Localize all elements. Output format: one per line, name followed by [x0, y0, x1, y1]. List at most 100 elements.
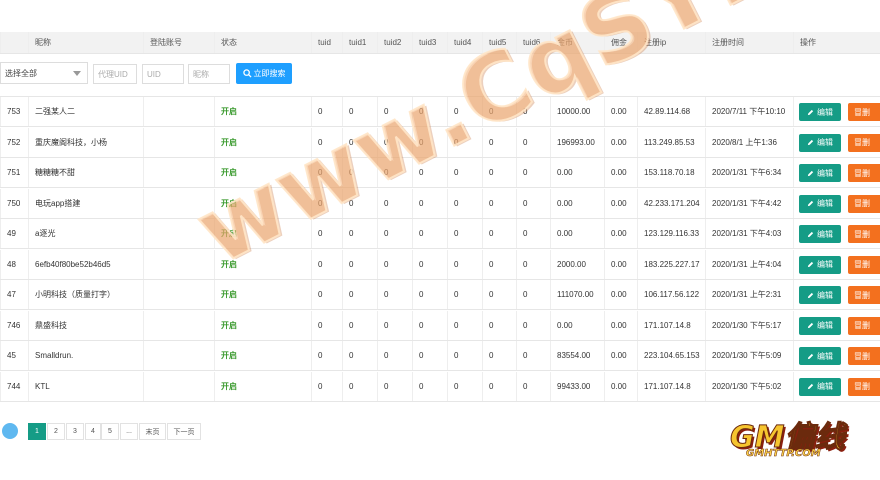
cell-tuid1: 0	[342, 341, 377, 370]
cell-ip: 153.118.70.18	[637, 158, 705, 187]
delete-button-label: 冒删	[854, 290, 870, 300]
cell-tuid6: 0	[516, 371, 550, 401]
page-button[interactable]: ...	[120, 423, 138, 440]
pencil-icon	[807, 383, 814, 390]
page-button[interactable]: 2	[47, 423, 65, 440]
cell-status: 开启	[214, 158, 311, 187]
table-row: 752 重庆魔阁科技，小杨 开启 0 0 0 0 0 0 0 196993.00 0.00 113.24…	[0, 127, 880, 158]
brand-logo: GM偏线 GMHTTP.COM	[724, 410, 852, 468]
cell-tuid6: 0	[516, 97, 550, 126]
cell-tuid6: 0	[516, 127, 550, 157]
agent-uid-input[interactable]	[93, 64, 137, 84]
edit-button[interactable]: 编辑	[799, 133, 841, 152]
delete-button[interactable]: 冒删	[848, 164, 880, 182]
edit-button[interactable]: 编辑	[799, 316, 841, 335]
delete-button[interactable]: 冒删	[848, 347, 880, 365]
pencil-icon	[807, 322, 814, 329]
refresh-icon[interactable]	[2, 423, 18, 439]
edit-button-label: 编辑	[817, 168, 833, 178]
nickname-input[interactable]	[188, 64, 230, 84]
delete-button[interactable]: 冒删	[848, 255, 880, 274]
filter-select[interactable]: 选择全部	[0, 62, 88, 84]
cell-gold: 0.00	[550, 188, 604, 218]
delete-button[interactable]: 冒删	[848, 225, 880, 243]
cell-tuid6: 0	[516, 280, 550, 309]
filter-select-value: 选择全部	[5, 68, 37, 78]
cell-nickname: KTL	[28, 371, 143, 401]
uid-input[interactable]	[142, 64, 184, 84]
cell-gold: 83554.00	[550, 341, 604, 370]
cell-id: 752	[0, 127, 28, 157]
cell-status: 开启	[214, 127, 311, 157]
delete-button[interactable]: 冒删	[848, 133, 880, 152]
delete-button[interactable]: 冒删	[848, 286, 880, 304]
cell-tuid1: 0	[342, 280, 377, 309]
edit-button[interactable]: 编辑	[799, 286, 841, 304]
cell-ip: 183.225.227.17	[637, 249, 705, 279]
page-button[interactable]: 3	[66, 423, 84, 440]
cell-id: 750	[0, 188, 28, 218]
cell-tuid5: 0	[482, 249, 516, 279]
cell-tuid2: 0	[377, 249, 412, 279]
edit-button[interactable]: 编辑	[799, 194, 841, 213]
cell-tuid3: 0	[412, 371, 447, 401]
cell-tuid3: 0	[412, 158, 447, 187]
column-header: 昵称	[28, 32, 143, 53]
cell-tuid2: 0	[377, 371, 412, 401]
cell-tuid4: 0	[447, 249, 482, 279]
cell-tuid1: 0	[342, 219, 377, 248]
cell-tuid2: 0	[377, 97, 412, 126]
edit-button-label: 编辑	[817, 229, 833, 239]
cell-account	[143, 188, 214, 218]
page-button[interactable]: 5	[101, 423, 119, 440]
cell-id: 751	[0, 158, 28, 187]
page-button[interactable]: 1	[28, 423, 46, 440]
delete-button-label: 冒删	[854, 107, 870, 117]
delete-button[interactable]: 冒删	[848, 316, 880, 335]
search-icon	[242, 69, 252, 78]
cell-time: 2020/1/30 下午5:09	[705, 341, 793, 370]
page-button[interactable]: 4	[85, 423, 101, 440]
edit-button[interactable]: 编辑	[799, 225, 841, 243]
cell-gold: 111070.00	[550, 280, 604, 309]
cell-gold: 0.00	[550, 158, 604, 187]
delete-button[interactable]: 冒删	[848, 377, 880, 396]
cell-nickname: 电玩app搭建	[28, 188, 143, 218]
cell-ip: 42.233.171.204	[637, 188, 705, 218]
cell-gold: 2000.00	[550, 249, 604, 279]
cell-ip: 123.129.116.33	[637, 219, 705, 248]
cell-gold: 99433.00	[550, 371, 604, 401]
cell-tuid2: 0	[377, 127, 412, 157]
edit-button[interactable]: 编辑	[799, 255, 841, 274]
cell-tuid: 0	[311, 371, 342, 401]
cell-tuid: 0	[311, 310, 342, 340]
cell-time: 2020/7/11 下午10:10	[705, 97, 793, 126]
cell-status: 开启	[214, 97, 311, 126]
cell-tuid4: 0	[447, 371, 482, 401]
page-button[interactable]: 末页	[139, 423, 166, 440]
delete-button-label: 冒删	[854, 168, 870, 178]
cell-tuid4: 0	[447, 310, 482, 340]
cell-status: 开启	[214, 188, 311, 218]
cell-tuid3: 0	[412, 97, 447, 126]
column-header: 佣金	[604, 32, 637, 53]
search-button[interactable]: 立即搜索	[236, 63, 292, 84]
edit-button-label: 编辑	[817, 290, 833, 300]
column-header: tuid2	[377, 32, 412, 53]
edit-button[interactable]: 编辑	[799, 103, 841, 121]
cell-account	[143, 341, 214, 370]
page-button[interactable]: 下一页	[167, 423, 201, 440]
cell-tuid6: 0	[516, 249, 550, 279]
delete-button[interactable]: 冒删	[848, 103, 880, 121]
cell-tuid5: 0	[482, 310, 516, 340]
edit-button[interactable]: 编辑	[799, 164, 841, 182]
cell-tuid4: 0	[447, 188, 482, 218]
table-row: 746 鼎盛科技 开启 0 0 0 0 0 0 0 0.00 0.00 171.107.14.8 2020…	[0, 310, 880, 341]
column-header: 注册ip	[637, 32, 705, 53]
edit-button[interactable]: 编辑	[799, 377, 841, 396]
edit-button[interactable]: 编辑	[799, 347, 841, 365]
cell-time: 2020/1/30 下午5:02	[705, 371, 793, 401]
delete-button[interactable]: 冒删	[848, 194, 880, 213]
cell-tuid: 0	[311, 341, 342, 370]
cell-tuid4: 0	[447, 158, 482, 187]
